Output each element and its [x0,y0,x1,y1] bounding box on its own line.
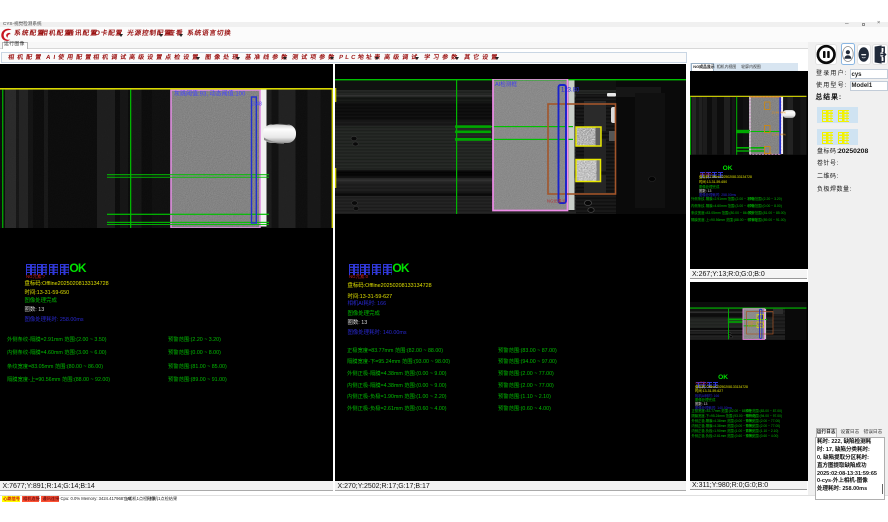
svg-text:相机NG 0.00: 相机NG 0.00 [748,324,764,328]
svg-text:AI检测框: AI检测框 [495,80,517,88]
svg-text:13.48 84%: 13.48 84% [772,133,787,137]
svg-text:灰跳阈值:93, 动态阈值:100: 灰跳阈值:93, 动态阈值:100 [174,90,246,98]
svg-text:NG元素:0: NG元素:0 [547,198,566,205]
svg-text:13.48 84%: 13.48 84% [772,111,787,115]
svg-text:3.48: 3.48 [252,102,262,108]
svg-text:13.48: 13.48 [764,151,772,155]
svg-text:123.80: 123.80 [561,88,580,94]
